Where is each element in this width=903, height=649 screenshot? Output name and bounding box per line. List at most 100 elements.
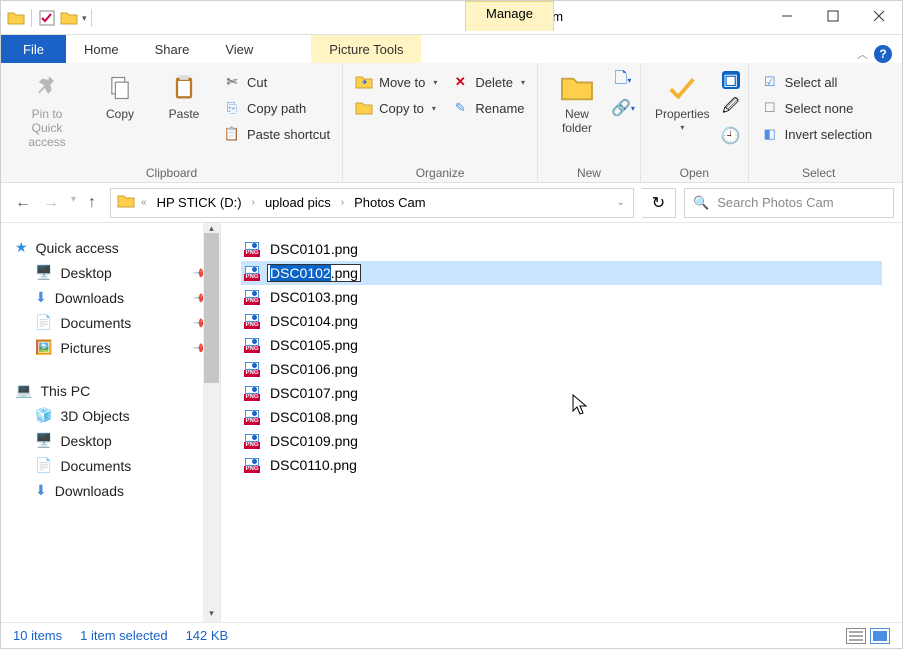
tree-item-this-pc[interactable]: 💻 This PC xyxy=(1,378,220,403)
item-icon: 🖥️ xyxy=(35,432,52,449)
item-icon: 🖥️ xyxy=(35,264,52,281)
search-input[interactable]: 🔍 Search Photos Cam xyxy=(684,188,894,218)
file-row[interactable]: PNGDSC0110.png xyxy=(241,453,882,477)
easy-access-icon[interactable]: 🔗▾ xyxy=(614,99,632,117)
file-row[interactable]: PNGDSC0101.png xyxy=(241,237,882,261)
qat-dropdown-icon[interactable]: ▾ xyxy=(82,13,87,24)
open-app-icon[interactable]: ▣ xyxy=(722,71,740,89)
chevron-right-icon[interactable]: « xyxy=(139,197,149,208)
file-name: DSC0105.png xyxy=(267,336,361,354)
png-file-icon: PNG xyxy=(243,312,261,330)
nav-back-button[interactable]: ← xyxy=(15,194,31,212)
file-name: DSC0107.png xyxy=(267,384,361,402)
delete-button[interactable]: ✕Delete▾ xyxy=(447,71,529,93)
tree-item-quick-access[interactable]: ★ Quick access xyxy=(1,235,220,260)
file-row[interactable]: PNGDSC0107.png xyxy=(241,381,882,405)
maximize-button[interactable] xyxy=(810,1,856,31)
tab-picture-tools[interactable]: Picture Tools xyxy=(311,35,421,63)
file-row[interactable]: PNGDSC0102.png xyxy=(241,261,882,285)
window-controls xyxy=(764,1,902,35)
tree-item[interactable]: 🖼️Pictures📌 xyxy=(1,335,220,360)
group-label-organize: Organize xyxy=(351,164,529,180)
titlebar: ▾ Manage Photos Cam xyxy=(1,1,902,35)
tree-item-label: Downloads xyxy=(55,290,124,306)
minimize-button[interactable] xyxy=(764,1,810,31)
scroll-down-button[interactable]: ▾ xyxy=(203,605,220,622)
select-none-button[interactable]: ☐Select none xyxy=(757,97,876,119)
file-row[interactable]: PNGDSC0104.png xyxy=(241,309,882,333)
breadcrumb-item[interactable]: Photos Cam xyxy=(350,193,430,212)
folder-copy-icon xyxy=(355,99,373,117)
refresh-button[interactable]: ↻ xyxy=(642,188,676,218)
rename-input[interactable]: DSC0102.png xyxy=(267,264,361,282)
breadcrumb-item[interactable]: upload pics xyxy=(261,193,335,212)
tab-share[interactable]: Share xyxy=(137,35,208,63)
tab-home[interactable]: Home xyxy=(66,35,137,63)
select-all-button[interactable]: ☑Select all xyxy=(757,71,876,93)
folder-icon xyxy=(117,193,135,212)
copy-path-button[interactable]: ⎘Copy path xyxy=(219,97,334,119)
tree-item[interactable]: 📄Documents xyxy=(1,453,220,478)
edit-icon[interactable]: 🖉 xyxy=(722,99,740,117)
tree-item[interactable]: 🧊3D Objects xyxy=(1,403,220,428)
breadcrumb-item[interactable]: HP STICK (D:) xyxy=(153,193,246,212)
nav-history-dropdown[interactable]: ▾ xyxy=(71,194,76,212)
paste-button[interactable]: Paste xyxy=(155,67,213,125)
scroll-up-button[interactable]: ▴ xyxy=(203,223,220,233)
move-to-button[interactable]: Move to▾ xyxy=(351,71,441,93)
tree-item[interactable]: 🖥️Desktop📌 xyxy=(1,260,220,285)
pin-to-quick-access-button[interactable]: Pin to Quick access xyxy=(9,67,85,153)
invert-selection-button[interactable]: ◧Invert selection xyxy=(757,123,876,145)
tree-item[interactable]: ⬇Downloads📌 xyxy=(1,285,220,310)
view-large-icons-button[interactable] xyxy=(870,628,890,644)
file-row[interactable]: PNGDSC0109.png xyxy=(241,429,882,453)
cursor-icon xyxy=(571,393,591,422)
chevron-down-icon: ▾ xyxy=(432,104,436,113)
cut-button[interactable]: ✄Cut xyxy=(219,71,334,93)
nav-up-button[interactable]: ↑ xyxy=(88,194,96,212)
tree-item-label: 3D Objects xyxy=(60,408,129,424)
scrollbar-thumb[interactable] xyxy=(204,233,219,383)
tab-view[interactable]: View xyxy=(207,35,271,63)
tree-item-label: Documents xyxy=(60,315,131,331)
checkbox-icon[interactable] xyxy=(36,7,58,29)
file-row[interactable]: PNGDSC0103.png xyxy=(241,285,882,309)
file-row[interactable]: PNGDSC0108.png xyxy=(241,405,882,429)
tab-file[interactable]: File xyxy=(1,35,66,63)
paste-shortcut-button[interactable]: 📋Paste shortcut xyxy=(219,123,334,145)
png-file-icon: PNG xyxy=(243,240,261,258)
select-none-icon: ☐ xyxy=(761,99,779,117)
chevron-down-icon[interactable]: ⌄ xyxy=(615,197,627,208)
group-label-open: Open xyxy=(649,164,740,180)
new-item-icon[interactable]: 🗋▾ xyxy=(614,71,632,89)
help-icon[interactable]: ? xyxy=(874,45,892,63)
png-file-icon: PNG xyxy=(243,288,261,306)
tree-item[interactable]: 📄Documents📌 xyxy=(1,310,220,335)
properties-button[interactable]: Properties ▾ xyxy=(649,67,716,136)
chevron-right-icon[interactable]: › xyxy=(250,197,257,208)
breadcrumb[interactable]: « HP STICK (D:) › upload pics › Photos C… xyxy=(110,188,634,218)
chevron-right-icon[interactable]: › xyxy=(339,197,346,208)
delete-x-icon: ✕ xyxy=(451,73,469,91)
collapse-ribbon-icon[interactable]: ︿ xyxy=(857,46,868,62)
tree-item[interactable]: ⬇Downloads xyxy=(1,478,220,503)
history-icon[interactable]: 🕘 xyxy=(722,127,740,145)
copy-button[interactable]: Copy xyxy=(91,67,149,125)
contextual-tab-manage[interactable]: Manage xyxy=(465,1,554,31)
file-list[interactable]: PNGDSC0101.pngPNGDSC0102.pngPNGDSC0103.p… xyxy=(221,223,902,622)
file-row[interactable]: PNG DSC0105.png xyxy=(241,333,882,357)
folder-qat-icon[interactable] xyxy=(58,7,80,29)
view-details-button[interactable] xyxy=(846,628,866,644)
tree-item[interactable]: 🖥️Desktop xyxy=(1,428,220,453)
select-all-icon: ☑ xyxy=(761,73,779,91)
scissors-icon: ✄ xyxy=(223,73,241,91)
close-button[interactable] xyxy=(856,1,902,31)
rename-button[interactable]: ✎Rename xyxy=(447,97,529,119)
png-file-icon: PNG xyxy=(243,336,261,354)
file-row[interactable]: PNGDSC0106.png xyxy=(241,357,882,381)
nav-forward-button[interactable]: → xyxy=(43,194,59,212)
new-folder-button[interactable]: New folder xyxy=(546,67,608,139)
tree-item-label: Downloads xyxy=(55,483,124,499)
copy-to-button[interactable]: Copy to▾ xyxy=(351,97,441,119)
rename-icon: ✎ xyxy=(451,99,469,117)
